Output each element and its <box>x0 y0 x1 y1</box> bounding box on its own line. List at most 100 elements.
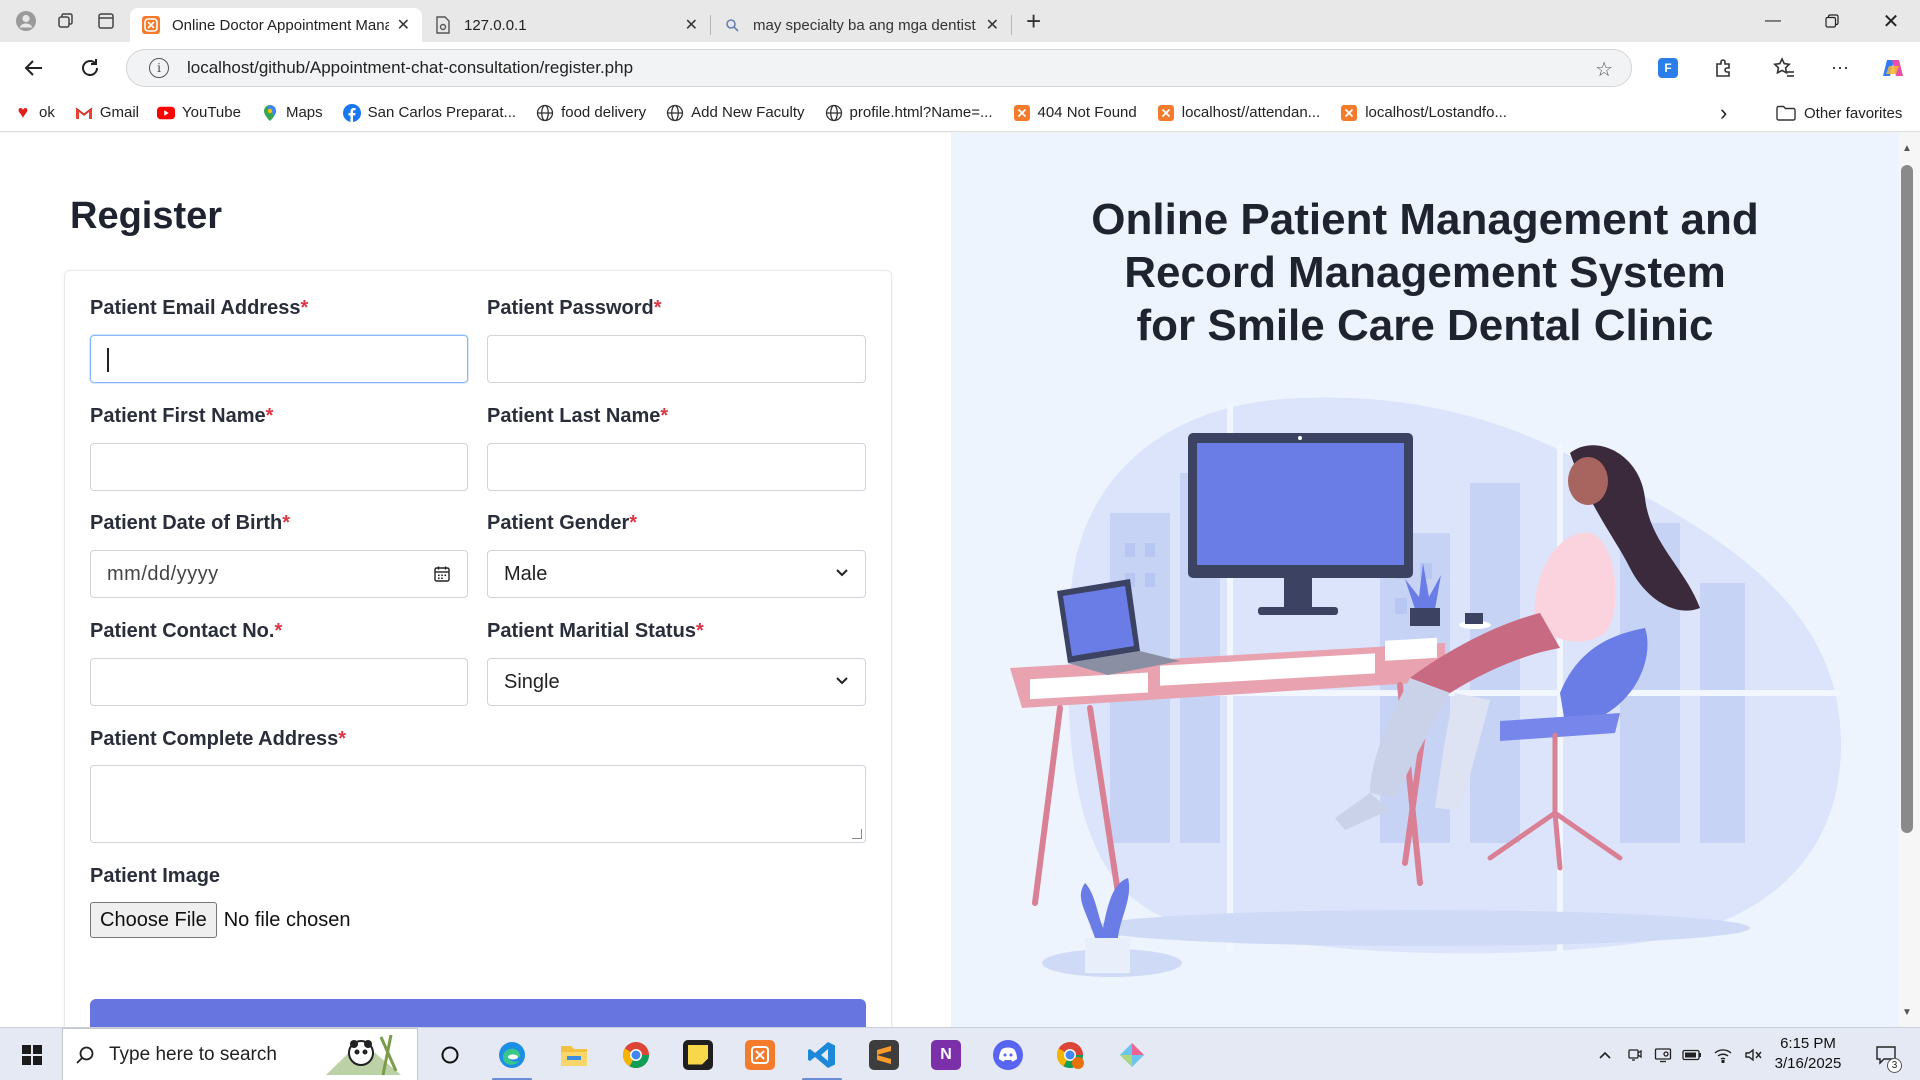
address-bar[interactable]: i localhost/github/Appointment-chat-cons… <box>126 49 1632 87</box>
site-info-icon[interactable]: i <box>149 58 169 78</box>
workspace-illustration <box>1010 397 1841 977</box>
sublime-text-icon[interactable] <box>860 1028 908 1080</box>
dob-field[interactable]: mm/dd/yyyy <box>90 550 468 598</box>
edge-browser-icon[interactable] <box>488 1028 536 1080</box>
chrome-profile-icon[interactable] <box>1046 1028 1094 1080</box>
bookmark-label: Maps <box>285 104 323 121</box>
search-highlight-panda-icon <box>321 1031 411 1079</box>
chevron-down-icon <box>835 673 849 691</box>
back-arrow-icon[interactable] <box>18 52 50 84</box>
tab-title: 127.0.0.1 <box>464 16 527 34</box>
tab-online-doctor[interactable]: Online Doctor Appointment Mana ✕ <box>130 8 422 42</box>
bookmarks-overflow-chevron-icon[interactable]: › <box>1720 94 1727 132</box>
other-favorites-label: Other favorites <box>1804 104 1903 122</box>
meet-now-icon[interactable] <box>1622 1028 1648 1080</box>
refresh-icon[interactable] <box>74 52 106 84</box>
scrollbar-thumb[interactable] <box>1901 165 1913 833</box>
bookmark-lostandfound[interactable]: localhost/Lostandfo... <box>1340 104 1507 122</box>
chrome-icon[interactable] <box>612 1028 660 1080</box>
close-icon[interactable]: ✕ <box>986 15 999 35</box>
new-tab-icon[interactable]: + <box>1026 8 1041 34</box>
scroll-down-icon[interactable]: ▼ <box>1902 1007 1912 1018</box>
app-diamond-icon[interactable] <box>1108 1028 1156 1080</box>
tab-dentist-search[interactable]: may specialty ba ang mga dentist ✕ <box>711 8 1011 42</box>
more-menu-icon[interactable]: ⋯ <box>1824 52 1856 84</box>
bookmark-profile[interactable]: profile.html?Name=... <box>825 104 993 122</box>
bookmark-ok[interactable]: ♥ ok <box>14 102 55 122</box>
xampp-taskbar-icon[interactable] <box>736 1028 784 1080</box>
task-view-icon[interactable] <box>428 1028 472 1080</box>
taskbar-search-box[interactable]: Type here to search <box>62 1028 418 1080</box>
profile-icon[interactable] <box>14 9 38 33</box>
email-label: Patient Email Address* <box>90 297 309 319</box>
system-clock[interactable]: 6:15 PM 3/16/2025 <box>1762 1034 1854 1074</box>
bookmark-san-carlos[interactable]: San Carlos Preparat... <box>342 103 517 122</box>
battery-icon[interactable] <box>1678 1028 1706 1080</box>
favorites-icon[interactable] <box>1768 52 1800 84</box>
password-field[interactable] <box>487 335 866 383</box>
image-file-input[interactable]: Choose File No file chosen <box>90 902 350 938</box>
bookmark-label: San Carlos Preparat... <box>367 104 517 121</box>
notification-count-badge: 3 <box>1887 1058 1902 1073</box>
workspaces-icon[interactable] <box>54 9 78 33</box>
window-close-icon[interactable]: ✕ <box>1862 0 1920 42</box>
favorite-star-icon[interactable]: ☆ <box>1595 57 1613 82</box>
vscode-icon[interactable] <box>798 1028 846 1080</box>
marital-status-select[interactable]: Single <box>487 658 866 706</box>
bookmark-404[interactable]: 404 Not Found <box>1013 104 1137 122</box>
dob-label: Patient Date of Birth* <box>90 512 291 534</box>
globe-icon <box>666 104 684 122</box>
discord-icon[interactable] <box>984 1028 1032 1080</box>
xampp-icon <box>1340 104 1358 122</box>
tab-separator <box>1011 15 1012 35</box>
scroll-up-icon[interactable]: ▲ <box>1902 143 1912 154</box>
bookmark-label: ok <box>39 104 55 121</box>
translate-extension-icon[interactable]: F <box>1652 52 1684 84</box>
extensions-puzzle-icon[interactable] <box>1708 52 1740 84</box>
bookmark-food-delivery[interactable]: food delivery <box>536 104 646 122</box>
gender-select[interactable]: Male <box>487 550 866 598</box>
calendar-icon[interactable] <box>433 565 451 583</box>
display-icon[interactable] <box>1650 1028 1676 1080</box>
file-status-text: No file chosen <box>223 908 351 931</box>
choose-file-button[interactable]: Choose File <box>90 902 217 938</box>
bookmark-maps[interactable]: Maps <box>261 104 323 122</box>
bookmark-add-new-faculty[interactable]: Add New Faculty <box>666 104 805 122</box>
image-label: Patient Image <box>90 865 221 887</box>
sticky-notes-icon[interactable] <box>674 1028 722 1080</box>
xampp-icon <box>1157 104 1175 122</box>
first-name-field[interactable] <box>90 443 468 491</box>
register-submit-button[interactable] <box>90 999 866 1027</box>
contact-label: Patient Contact No.* <box>90 620 283 642</box>
password-label: Patient Password* <box>487 297 662 319</box>
hero-line-3: for Smile Care Dental Clinic <box>1136 301 1714 350</box>
close-icon[interactable]: ✕ <box>397 15 410 35</box>
windows-start-icon[interactable] <box>12 1028 52 1080</box>
tab-title: may specialty ba ang mga dentist <box>753 16 976 34</box>
notifications-icon[interactable]: 3 <box>1866 1028 1906 1080</box>
onenote-icon[interactable]: N <box>922 1028 970 1080</box>
browser-toolbar: i localhost/github/Appointment-chat-cons… <box>0 42 1920 94</box>
last-name-field[interactable] <box>487 443 866 491</box>
bookmark-label: localhost//attendan... <box>1181 104 1321 121</box>
other-favorites[interactable]: Other favorites <box>1776 94 1902 132</box>
copilot-icon[interactable] <box>1877 52 1909 84</box>
tab-actions-icon[interactable] <box>94 9 118 33</box>
minimize-icon[interactable]: — <box>1744 0 1802 42</box>
bookmark-gmail[interactable]: Gmail <box>75 104 139 122</box>
tab-127[interactable]: 127.0.0.1 ✕ <box>422 8 710 42</box>
hero-line-1: Online Patient Management and <box>1091 195 1759 244</box>
youtube-icon <box>157 104 176 122</box>
email-field[interactable] <box>90 335 468 383</box>
bookmark-youtube[interactable]: YouTube <box>157 104 241 122</box>
restore-icon[interactable] <box>1803 0 1861 42</box>
wifi-icon[interactable] <box>1710 1028 1736 1080</box>
bookmark-attendance[interactable]: localhost//attendan... <box>1157 104 1320 122</box>
file-explorer-icon[interactable] <box>550 1028 598 1080</box>
address-textarea[interactable] <box>90 765 866 843</box>
chevron-down-icon <box>835 565 849 583</box>
show-hidden-icons-chevron-icon[interactable] <box>1592 1028 1618 1080</box>
contact-field[interactable] <box>90 658 468 706</box>
resize-handle-icon[interactable] <box>852 829 862 839</box>
close-icon[interactable]: ✕ <box>685 15 698 35</box>
